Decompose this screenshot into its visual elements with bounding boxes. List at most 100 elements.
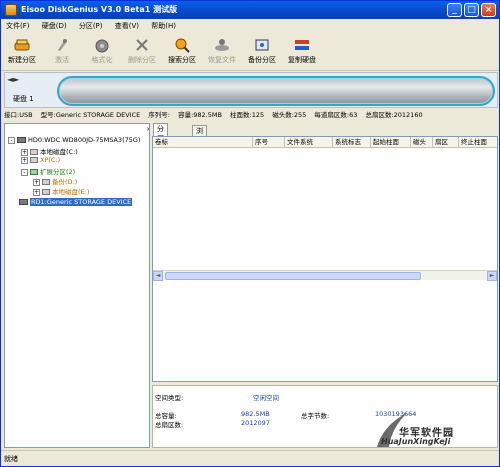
- expand-icon[interactable]: +: [21, 156, 28, 164]
- expand-icon[interactable]: +: [33, 178, 40, 186]
- scroll-left-icon[interactable]: ◄: [153, 271, 163, 281]
- partition-table: 卷标 序号 文件系统 系统标志 起始柱面 磁头 扇区 终止柱面 ◄ ►: [152, 136, 498, 382]
- disk-model: 型号:Generic STORAGE DEVICE: [40, 111, 141, 119]
- menu-disk[interactable]: 硬盘(D): [37, 19, 72, 33]
- total-bytes-label: 总字节数:: [301, 412, 330, 420]
- partition-icon: [30, 157, 38, 163]
- delete-partition-button[interactable]: 删除分区: [123, 35, 161, 69]
- disk-nav-arrows[interactable]: ◄►: [7, 75, 19, 84]
- new-partition-label: 新建分区: [8, 56, 36, 64]
- next-disk-arrow-icon[interactable]: ►: [13, 75, 19, 84]
- close-panel-icon[interactable]: ×: [146, 126, 149, 133]
- details-panel: 分区参数 浏览文件 卷标 序号 文件系统 系统标志 起始柱面 磁头 扇区 终止柱…: [152, 123, 498, 448]
- delete-partition-label: 删除分区: [128, 56, 156, 64]
- disk-info-bar: 接口:USB 型号:Generic STORAGE DEVICE 序列号: 容量…: [4, 109, 498, 121]
- hard-disk-icon: [17, 137, 26, 143]
- app-icon: [5, 4, 17, 16]
- removable-disk-icon: [19, 199, 28, 205]
- menu-view[interactable]: 查看(V): [110, 19, 144, 33]
- tree-node-local-c[interactable]: + 本地磁盘(C:): [21, 146, 78, 156]
- recover-files-label: 恢复文件: [208, 56, 236, 64]
- tree-node-xp-c[interactable]: + XP(C:): [21, 156, 60, 164]
- disk-label: 硬盘 1: [13, 95, 34, 103]
- column-header-system-id[interactable]: 系统标志: [333, 137, 371, 148]
- status-text: 就绪: [4, 455, 18, 463]
- column-header-end-cylinder[interactable]: 终止柱面: [459, 137, 497, 148]
- recover-files-icon: [215, 39, 229, 51]
- column-header-sector[interactable]: 扇区: [433, 137, 459, 148]
- tree-node-rd1[interactable]: RD1:Generic STORAGE DEVICE: [19, 198, 133, 206]
- extended-partition-icon: [30, 169, 38, 175]
- tab-browse-files[interactable]: 浏览文件: [192, 125, 207, 165]
- menu-file[interactable]: 文件(F): [1, 19, 35, 33]
- tab-partition-params[interactable]: 分区参数: [153, 123, 168, 163]
- tree-label-extended: 扩展分区(2): [40, 168, 76, 176]
- activate-icon: [58, 39, 67, 51]
- title-bar[interactable]: Eisoo DiskGenius V3.0 Beta1 测试版 _ □ ×: [1, 1, 499, 19]
- delete-partition-icon: [136, 39, 148, 51]
- status-bar: 就绪: [1, 450, 499, 466]
- column-header-index[interactable]: 序号: [253, 137, 285, 148]
- disk-heads: 磁头数:255: [272, 111, 307, 119]
- window-title: Eisoo DiskGenius V3.0 Beta1 测试版: [21, 5, 178, 14]
- toolbar: 新建分区 激活 格式化 删除分区 搜索分区 恢复文件 备份分区 复制硬盘: [1, 33, 499, 71]
- tree-label-backup-d: 备份(D:): [52, 178, 78, 186]
- expand-icon[interactable]: +: [21, 148, 28, 156]
- total-capacity-value: 982.5MB: [241, 410, 270, 418]
- space-type-label: 空间类型:: [155, 394, 184, 402]
- scroll-right-icon[interactable]: ►: [487, 271, 497, 281]
- partition-icon: [30, 149, 38, 155]
- copy-disk-button[interactable]: 复制硬盘: [283, 35, 321, 69]
- column-header-head[interactable]: 磁头: [411, 137, 433, 148]
- search-partition-button[interactable]: 搜索分区: [163, 35, 201, 69]
- column-header-label[interactable]: 卷标: [153, 137, 253, 148]
- disk-cylinders: 柱面数:125: [230, 111, 265, 119]
- tree-node-hd0[interactable]: - HD0:WDC WD800JD-75MSA3(75G): [8, 136, 140, 144]
- tree-label-local-c: 本地磁盘(C:): [40, 148, 78, 156]
- horizontal-scrollbar[interactable]: ◄ ►: [153, 270, 497, 281]
- expand-icon[interactable]: +: [33, 188, 40, 196]
- column-header-start-cylinder[interactable]: 起始柱面: [371, 137, 411, 148]
- backup-partition-label: 备份分区: [248, 56, 276, 64]
- disk-map: ◄► 硬盘 1: [4, 72, 498, 108]
- disk-capacity-graphic[interactable]: [57, 76, 495, 106]
- activate-button[interactable]: 激活: [43, 35, 81, 69]
- new-partition-icon: [14, 39, 30, 51]
- tree-node-backup-d[interactable]: + 备份(D:): [33, 176, 77, 186]
- activate-label: 激活: [55, 56, 69, 64]
- recover-files-button[interactable]: 恢复文件: [203, 35, 241, 69]
- total-bytes-value: 1030193664: [375, 410, 417, 418]
- search-partition-label: 搜索分区: [168, 56, 196, 64]
- format-button[interactable]: 格式化: [83, 35, 121, 69]
- collapse-icon[interactable]: -: [8, 136, 15, 144]
- total-sectors-value: 2012097: [241, 419, 270, 427]
- app-window: Eisoo DiskGenius V3.0 Beta1 测试版 _ □ × 文件…: [0, 0, 500, 467]
- backup-partition-button[interactable]: 备份分区: [243, 35, 281, 69]
- tree-label-rd1: RD1:Generic STORAGE DEVICE: [30, 198, 133, 206]
- maximize-button[interactable]: □: [464, 3, 479, 17]
- tree-node-local-e[interactable]: + 本地磁盘(E:): [33, 186, 89, 196]
- space-type-value: 空闲空间: [253, 394, 279, 402]
- disk-sectors-per-track: 每道扇区数:63: [314, 111, 358, 119]
- disk-interface: 接口:USB: [4, 111, 33, 119]
- tree-label-hd0: HD0:WDC WD800JD-75MSA3(75G): [28, 136, 141, 144]
- menu-bar: 文件(F) 硬盘(D) 分区(P) 查看(V) 帮助(H): [1, 19, 499, 33]
- scroll-thumb[interactable]: [165, 272, 421, 280]
- backup-partition-icon: [255, 39, 269, 51]
- search-partition-icon: [175, 38, 190, 53]
- minimize-button[interactable]: _: [447, 3, 462, 17]
- menu-help[interactable]: 帮助(H): [146, 19, 181, 33]
- column-header-filesystem[interactable]: 文件系统: [285, 137, 333, 148]
- new-partition-button[interactable]: 新建分区: [3, 35, 41, 69]
- partition-icon: [42, 189, 50, 195]
- tree-label-local-e: 本地磁盘(E:): [52, 188, 90, 196]
- disk-capacity: 容量:982.5MB: [178, 111, 222, 119]
- tree-label-xp-c: XP(C:): [40, 156, 61, 164]
- menu-partition[interactable]: 分区(P): [74, 19, 108, 33]
- close-button[interactable]: ×: [481, 3, 496, 17]
- total-sectors-label: 总扇区数:: [155, 421, 184, 429]
- format-icon: [95, 39, 109, 53]
- tree-node-extended[interactable]: - 扩展分区(2): [21, 166, 75, 176]
- free-space-details: 空间类型: 空闲空间 总容量: 982.5MB 总字节数: 1030193664…: [152, 385, 498, 448]
- collapse-icon[interactable]: -: [21, 168, 28, 176]
